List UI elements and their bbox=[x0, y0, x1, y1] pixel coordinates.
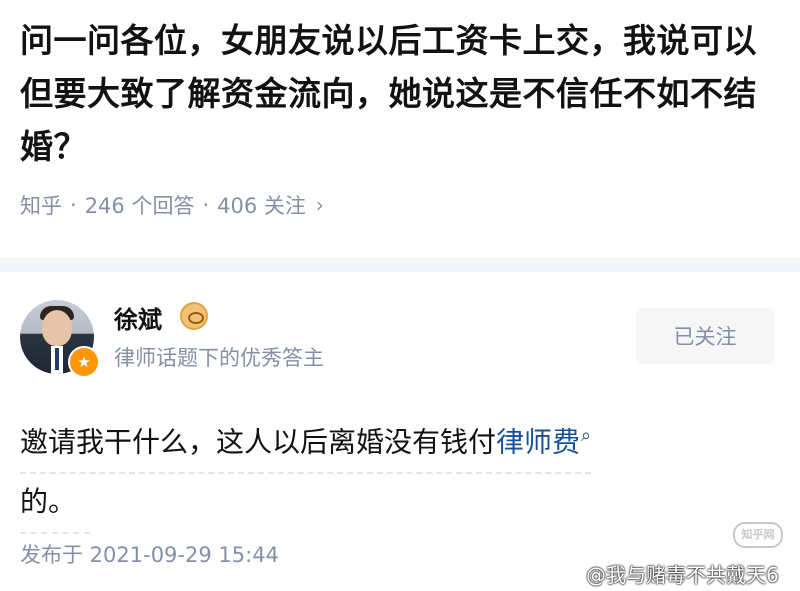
section-divider bbox=[0, 258, 800, 272]
follower-count: 406 关注 bbox=[217, 194, 306, 218]
follow-button[interactable]: 已关注 bbox=[636, 308, 774, 364]
avatar-tie bbox=[55, 348, 59, 370]
search-icon[interactable]: ⌕ bbox=[581, 408, 591, 464]
eye-badge-icon bbox=[180, 302, 208, 330]
publish-time: 发布于 2021-09-29 15:44 bbox=[20, 543, 279, 567]
star-icon: ★ bbox=[68, 346, 100, 378]
author-card: ★ 徐斌 律师话题下的优秀答主 已关注 bbox=[20, 296, 780, 386]
answer-content: 邀请我干什么，这人以后离婚没有钱付律师费⌕ 的。 bbox=[20, 408, 780, 535]
author-description: 律师话题下的优秀答主 bbox=[114, 346, 324, 370]
source-label: 知乎 bbox=[20, 194, 62, 218]
watermark-credit: @我与赌毒不共戴天6 bbox=[586, 563, 779, 587]
answer-line: 邀请我干什么，这人以后离婚没有钱付律师费⌕ bbox=[20, 408, 592, 475]
answer-line: 的。 bbox=[20, 474, 90, 535]
answer-text: 邀请我干什么，这人以后离婚没有钱付 bbox=[20, 425, 497, 459]
avatar-face bbox=[42, 310, 72, 346]
author-name[interactable]: 徐斌 bbox=[114, 300, 162, 335]
separator: · bbox=[70, 193, 77, 217]
chevron-right-icon: › bbox=[315, 193, 324, 217]
question-meta[interactable]: 知乎 · 246 个回答 · 406 关注 › bbox=[20, 190, 324, 220]
keyword-link[interactable]: 律师费 bbox=[496, 425, 580, 458]
answer-count: 246 个回答 bbox=[84, 194, 195, 218]
answer-text-end: 的。 bbox=[20, 485, 77, 519]
answer-page: 问一问各位，女朋友说以后工资卡上交，我说可以但要大致了解资金流向，她说这是不信任… bbox=[0, 0, 800, 591]
question-title[interactable]: 问一问各位，女朋友说以后工资卡上交，我说可以但要大致了解资金流向，她说这是不信任… bbox=[20, 14, 780, 173]
separator: · bbox=[202, 193, 210, 217]
watermark-logo: 知乎网 bbox=[733, 522, 783, 548]
